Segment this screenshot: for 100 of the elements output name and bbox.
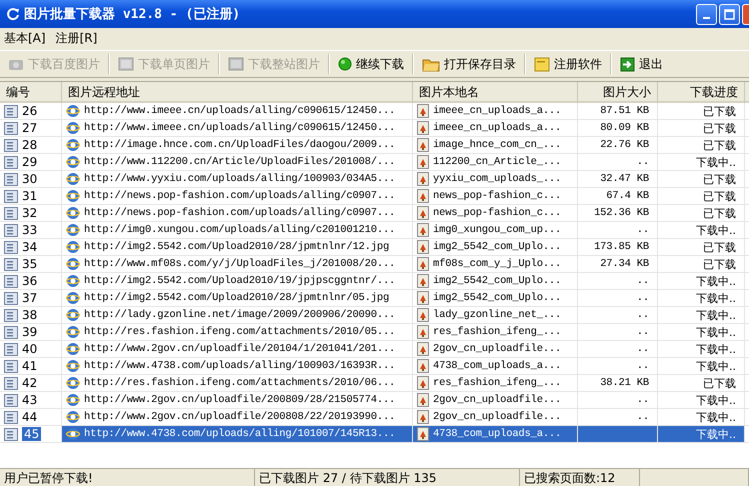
status-text: 已下载图片 27 / 待下载图片 135: [255, 469, 520, 486]
maximize-button[interactable]: [719, 4, 740, 24]
toolbar-button[interactable]: 退出: [612, 53, 671, 75]
toolbar-button[interactable]: 打开保存目录: [414, 53, 524, 75]
table-row[interactable]: 30 http://www.yyxiu.com/uploads/alling/100903/034A5... yyxiu_com_uploads_... 32.47 KB 已下载: [0, 171, 749, 188]
table-cell: 4738_com_uploads_a...: [433, 428, 562, 440]
table-row[interactable]: 38 http://lady.gzonline.net/image/2009/200906/20090... lady_gzonline_net_... .. 下载中..: [0, 307, 749, 324]
image-file-icon: [417, 393, 429, 407]
table-cell: imeee_cn_uploads_a...: [433, 105, 562, 117]
column-header[interactable]: 图片远程地址: [62, 82, 413, 103]
table-row[interactable]: 36 http://img2.5542.com/Upload2010/19/jpjpscggntnr/... img2_5542_com_Uplo... .. 下载中..: [0, 273, 749, 290]
note-icon: [534, 56, 550, 72]
table-cell: 下载中..: [696, 410, 736, 424]
table-cell: 32.47 KB: [600, 173, 649, 185]
table-cell: 下载中..: [696, 290, 736, 306]
table-cell: 22.76 KB: [600, 139, 649, 151]
table-cell: 40: [22, 342, 38, 356]
document-icon: [4, 258, 18, 270]
toolbar-button[interactable]: 注册软件: [526, 53, 610, 75]
column-header[interactable]: 下载进度: [658, 82, 745, 103]
table-cell: 35: [22, 257, 38, 271]
column-header[interactable]: 编号: [0, 82, 62, 103]
image-file-icon: [417, 223, 429, 237]
image-file-icon: [417, 257, 429, 271]
table-cell: 下载中..: [696, 392, 736, 408]
document-icon: [4, 190, 18, 202]
globe-icon: [66, 393, 80, 407]
table-row[interactable]: 34 http://img2.5542.com/Upload2010/28/jpmtnlnr/12.jpg img2_5542_com_Uplo... 173.85 KB 已下载: [0, 239, 749, 256]
table-cell: 27.34 KB: [600, 258, 649, 270]
globe-icon: [66, 410, 80, 424]
table-cell: 29: [22, 155, 38, 169]
document-icon: [4, 292, 18, 304]
table-row[interactable]: 37 http://img2.5542.com/Upload2010/28/jpmtnlnr/05.jpg img2_5542_com_Uplo... .. 下载中..: [0, 290, 749, 307]
table-cell: http://lady.gzonline.net/image/2009/200906/20090...: [84, 309, 396, 321]
globe-icon: [66, 291, 80, 305]
document-icon: [4, 240, 18, 254]
globe-icon: [66, 427, 80, 441]
table-row[interactable]: 35 http://www.mf08s.com/y/j/UploadFiles_j/201008/20... mf08s_com_y_j_Uplo... 27.34 KB 已下载: [0, 256, 749, 273]
table-row[interactable]: 29 http://www.112200.cn/Article/UploadFiles/201008/... 112200_cn_Article_... .. 下载中..: [0, 154, 749, 171]
table-cell: ..: [636, 343, 649, 355]
table-row[interactable]: 31 http://news.pop-fashion.com/uploads/alling/c0907... news_pop-fashion_c... 67.4 KB 已下载: [0, 188, 749, 205]
table-cell: http://img0.xungou.com/uploads/alling/c201001210...: [84, 224, 396, 236]
image-file-icon: [417, 206, 429, 220]
document-icon: [4, 104, 18, 118]
image-file-icon: [417, 359, 429, 373]
table-cell: http://news.pop-fashion.com/uploads/alling/c0907...: [84, 190, 396, 202]
table-cell: ..: [636, 411, 649, 423]
table-cell: 已下载: [703, 120, 736, 136]
table-row[interactable]: 39 http://res.fashion.ifeng.com/attachments/2010/05... res_fashion_ifeng_... .. 下载中..: [0, 324, 749, 341]
minimize-button[interactable]: [696, 4, 717, 24]
table-row[interactable]: 40 http://www.2gov.cn/uploadfile/20104/1/201041/201... 2gov_cn_uploadfile... .. 下载中..: [0, 341, 749, 358]
menu-item[interactable]: 注册[R]: [56, 30, 98, 46]
table-cell: 下载中..: [696, 274, 736, 288]
document-icon: [4, 172, 18, 186]
folder-icon: [422, 56, 440, 72]
table-cell: 80.09 KB: [600, 122, 649, 134]
table-cell: 已下载: [703, 376, 736, 390]
table-cell: 已下载: [703, 104, 736, 118]
table-row[interactable]: 26 http://www.imeee.cn/uploads/alling/c090615/12450... imeee_cn_uploads_a... 87.51 KB 已下载: [0, 103, 749, 120]
table-cell: http://img2.5542.com/Upload2010/28/jpmtnlnr/05.jpg: [84, 292, 390, 304]
table-cell: http://image.hnce.com.cn/UploadFiles/daogou/2009...: [84, 139, 396, 151]
table-cell: ..: [636, 156, 649, 168]
table-cell: http://www.imeee.cn/uploads/alling/c090615/12450...: [84, 105, 396, 117]
document-icon: [4, 394, 18, 406]
table-cell: 已下载: [703, 240, 736, 254]
table-row[interactable]: 28 http://image.hnce.com.cn/UploadFiles/daogou/2009... image_hnce_com_cn_... 22.76 KB 已下载: [0, 137, 749, 154]
document-icon: [4, 138, 18, 152]
table-cell: ..: [636, 309, 649, 321]
table-cell: lady_gzonline_net_...: [433, 309, 562, 321]
globe-icon: [66, 155, 80, 169]
table-row[interactable]: 33 http://img0.xungou.com/uploads/alling/c201001210... img0_xungou_com_up... .. 下载中..: [0, 222, 749, 239]
toolbar-button[interactable]: 继续下载: [330, 53, 412, 75]
table-cell: res_fashion_ifeng_...: [433, 377, 562, 389]
close-button[interactable]: [742, 4, 749, 24]
table-row[interactable]: 27 http://www.imeee.cn/uploads/alling/c090615/12450... imeee_cn_uploads_a... 80.09 KB 已下载: [0, 120, 749, 137]
menu-item[interactable]: 基本[A]: [4, 30, 46, 46]
document-icon: [4, 410, 18, 424]
table-row[interactable]: 43 http://www.2gov.cn/uploadfile/200809/28/21505774... 2gov_cn_uploadfile... .. 下载中..: [0, 392, 749, 409]
table-cell: 4738_com_uploads_a...: [433, 360, 562, 372]
table-cell: 30: [22, 172, 38, 186]
table-cell: 34: [22, 240, 38, 254]
table-cell: 28: [22, 138, 38, 152]
table-cell: 已下载: [703, 256, 736, 272]
table-row[interactable]: 42 http://res.fashion.ifeng.com/attachments/2010/06... res_fashion_ifeng_... 38.21 KB 已下载: [0, 375, 749, 392]
image-file-icon: [417, 189, 429, 203]
table-cell: 41: [22, 359, 38, 373]
document-icon: [4, 308, 18, 322]
table-cell: 39: [22, 325, 38, 339]
globe-icon: [66, 189, 80, 203]
minimize-icon: [703, 17, 710, 19]
column-header[interactable]: 图片本地名: [413, 82, 578, 103]
column-header[interactable]: 图片大小: [578, 82, 658, 103]
refresh-icon: [6, 7, 20, 21]
table-row[interactable]: 45 http://www.4738.com/uploads/alling/101007/145R13... 4738_com_uploads_a... 下载中..: [0, 426, 749, 443]
table-cell: 45: [22, 427, 42, 441]
table-row[interactable]: 41 http://www.4738.com/uploads/alling/100903/16393R... 4738_com_uploads_a... .. 下载中..: [0, 358, 749, 375]
document-icon: [4, 274, 18, 288]
image-file-icon: [417, 308, 429, 322]
table-row[interactable]: 32 http://news.pop-fashion.com/uploads/alling/c0907... news_pop-fashion_c... 152.36 KB 已下载: [0, 205, 749, 222]
globe-icon: [66, 359, 80, 373]
